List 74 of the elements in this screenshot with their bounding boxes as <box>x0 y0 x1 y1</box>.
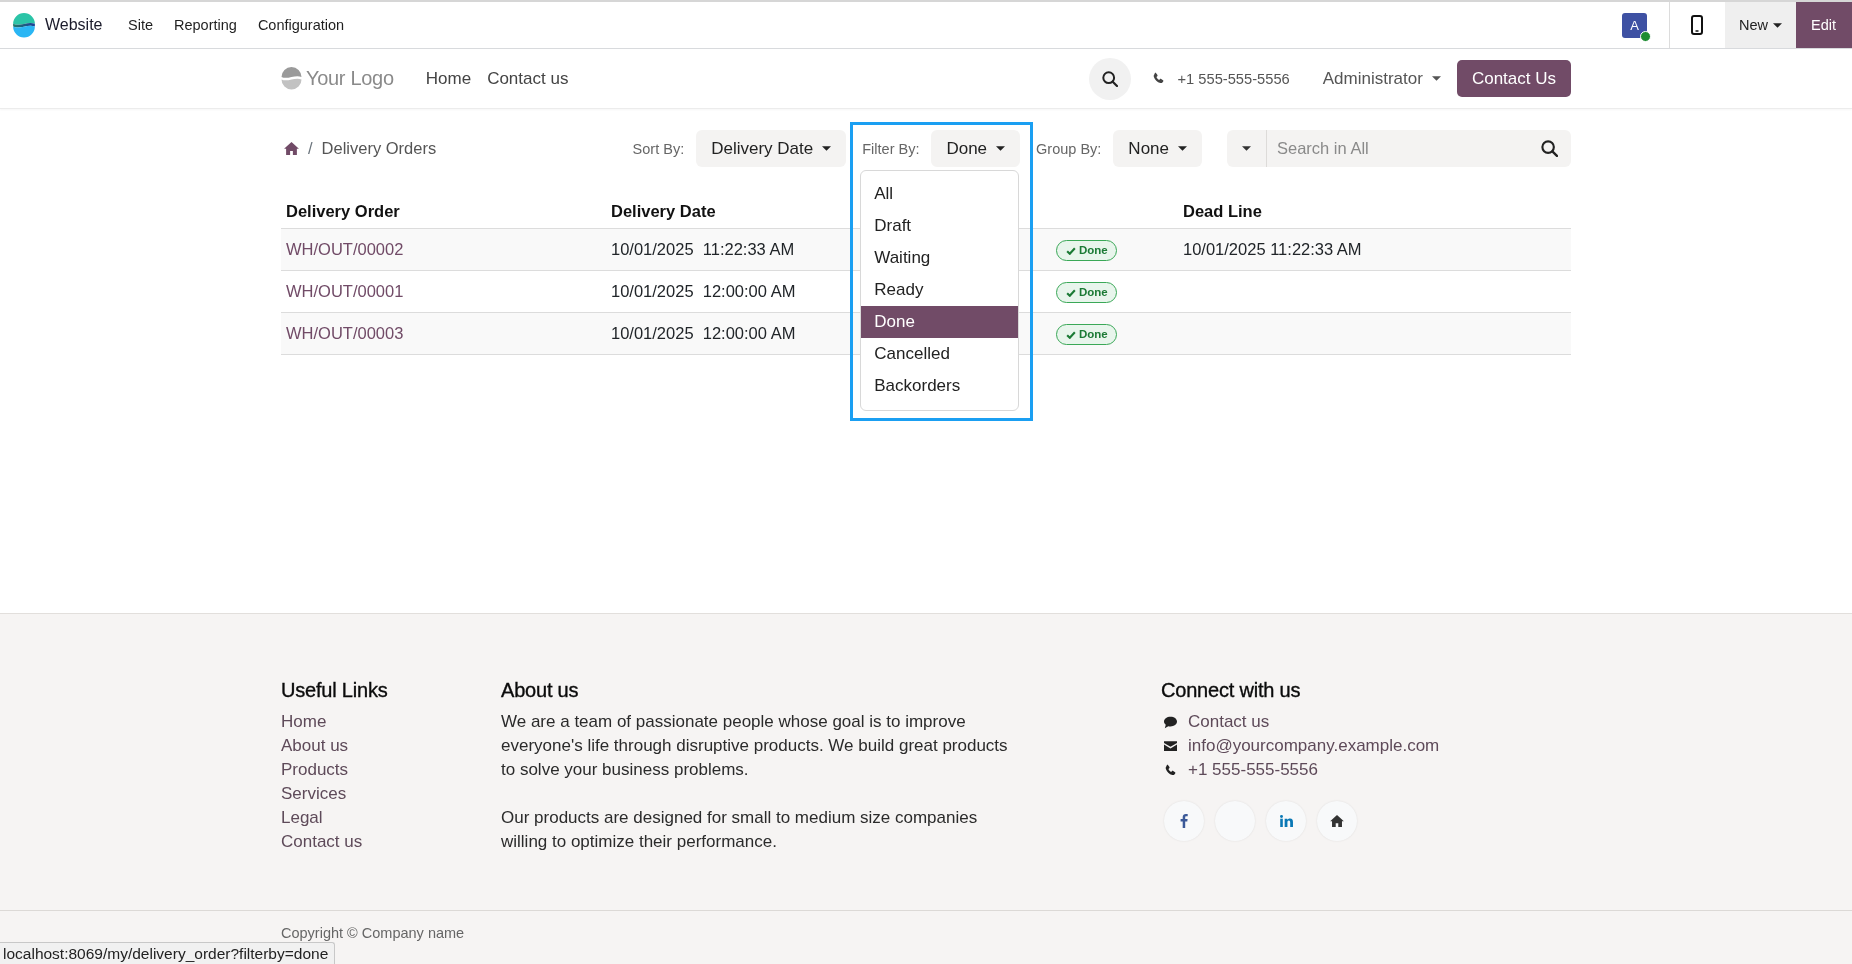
mobile-phone-icon[interactable] <box>1691 15 1704 35</box>
search-field[interactable]: Search in All <box>1267 130 1571 167</box>
menu-item[interactable]: Reporting <box>163 17 248 33</box>
status-label: Done <box>1079 285 1108 301</box>
order-link[interactable]: WH/OUT/00001 <box>286 282 404 301</box>
phone-icon <box>1152 72 1166 85</box>
caret-icon <box>996 146 1006 151</box>
caret-icon <box>1242 146 1251 151</box>
order-link[interactable]: WH/OUT/00002 <box>286 240 404 259</box>
about-text: We are a team of passionate people whose goal is to improve everyone's life through disruptive products. We build great products to solve your business problems. <box>501 711 1009 781</box>
home-icon <box>1330 815 1344 827</box>
order-link[interactable]: WH/OUT/00003 <box>286 324 404 343</box>
sort-dropdown-button[interactable]: Delivery Date <box>696 130 847 167</box>
breadcrumb-current: Delivery Orders <box>321 139 437 158</box>
dropdown-item[interactable]: Done <box>861 306 1019 338</box>
contact-link[interactable]: Contact us <box>1188 712 1270 732</box>
search-icon[interactable] <box>1541 140 1558 157</box>
phone-icon <box>1164 763 1177 777</box>
caret-icon <box>822 146 832 151</box>
breadcrumb-separator: / <box>308 139 313 158</box>
column-header: Dead Line <box>1178 188 1571 229</box>
phone-link[interactable]: +1 555-555-5556 <box>1177 70 1290 87</box>
app-name[interactable]: Website <box>45 16 103 34</box>
nav-link[interactable]: Home <box>425 68 472 89</box>
dropdown-item[interactable]: All <box>861 178 1019 210</box>
about-text: Our products are designed for small to medium size companies willing to optimize their performance. <box>501 807 979 853</box>
dropdown-item[interactable]: Ready <box>861 274 1019 306</box>
column-header: Delivery Order <box>281 188 606 229</box>
control-label: Sort By: <box>632 140 685 157</box>
f-logo-icon <box>1180 814 1188 828</box>
footer-link[interactable]: Contact us <box>281 830 501 854</box>
in-logo-icon <box>1279 815 1293 827</box>
footer-link[interactable]: Legal <box>281 806 501 830</box>
caret-icon <box>1773 22 1782 28</box>
contact-link[interactable]: +1 555-555-5556 <box>1188 760 1318 780</box>
contact-link[interactable]: info@yourcompany.example.com <box>1188 736 1440 756</box>
dropdown-item[interactable]: Backorders <box>861 370 1019 402</box>
footer-heading: About us <box>501 678 580 702</box>
social-link[interactable] <box>1164 801 1204 841</box>
control-label: Group By: <box>1036 140 1102 157</box>
footer-link[interactable]: About us <box>281 734 501 758</box>
logo-icon <box>281 67 302 90</box>
footer-link[interactable]: Services <box>281 782 501 806</box>
search-icon <box>1102 70 1119 87</box>
edit-button[interactable]: Edit <box>1796 2 1852 48</box>
filter-dropdown-button[interactable]: Done <box>931 130 1021 167</box>
chat-bubble-icon <box>1164 715 1177 729</box>
contact-us-button[interactable]: Contact Us <box>1456 60 1571 97</box>
app-logo-icon[interactable] <box>12 12 36 38</box>
user-menu-button[interactable]: Administrator <box>1322 68 1441 89</box>
status-label: Done <box>1079 243 1108 259</box>
footer-heading: Connect with us <box>1161 678 1302 702</box>
control-label: Filter By: <box>862 140 920 157</box>
caret-icon <box>1431 76 1441 81</box>
copyright-text: Copyright © Company name <box>281 924 466 943</box>
menu-item[interactable]: Site <box>117 17 164 33</box>
group-dropdown-button[interactable]: None <box>1113 130 1202 167</box>
home-icon[interactable] <box>284 142 299 155</box>
status-label: Done <box>1079 327 1108 343</box>
table-cell: 10/01/2025 11:22:33 AM <box>1178 228 1571 271</box>
check-icon <box>1066 246 1076 255</box>
social-link[interactable] <box>1317 801 1357 841</box>
footer-heading: Useful Links <box>281 678 389 702</box>
caret-icon <box>1178 146 1187 151</box>
check-icon <box>1066 288 1076 297</box>
envelope-icon <box>1164 740 1177 752</box>
status-url: localhost:8069/my/delivery_order?filterby=done <box>0 942 336 964</box>
menu-item[interactable]: Configuration <box>247 17 355 33</box>
dropdown-item[interactable]: Waiting <box>861 242 1019 274</box>
footer-link[interactable]: Home <box>281 710 501 734</box>
footer-link[interactable]: Products <box>281 758 501 782</box>
check-icon <box>1066 330 1076 339</box>
new-button[interactable]: New <box>1725 2 1796 48</box>
nav-link[interactable]: Contact us <box>487 68 569 89</box>
